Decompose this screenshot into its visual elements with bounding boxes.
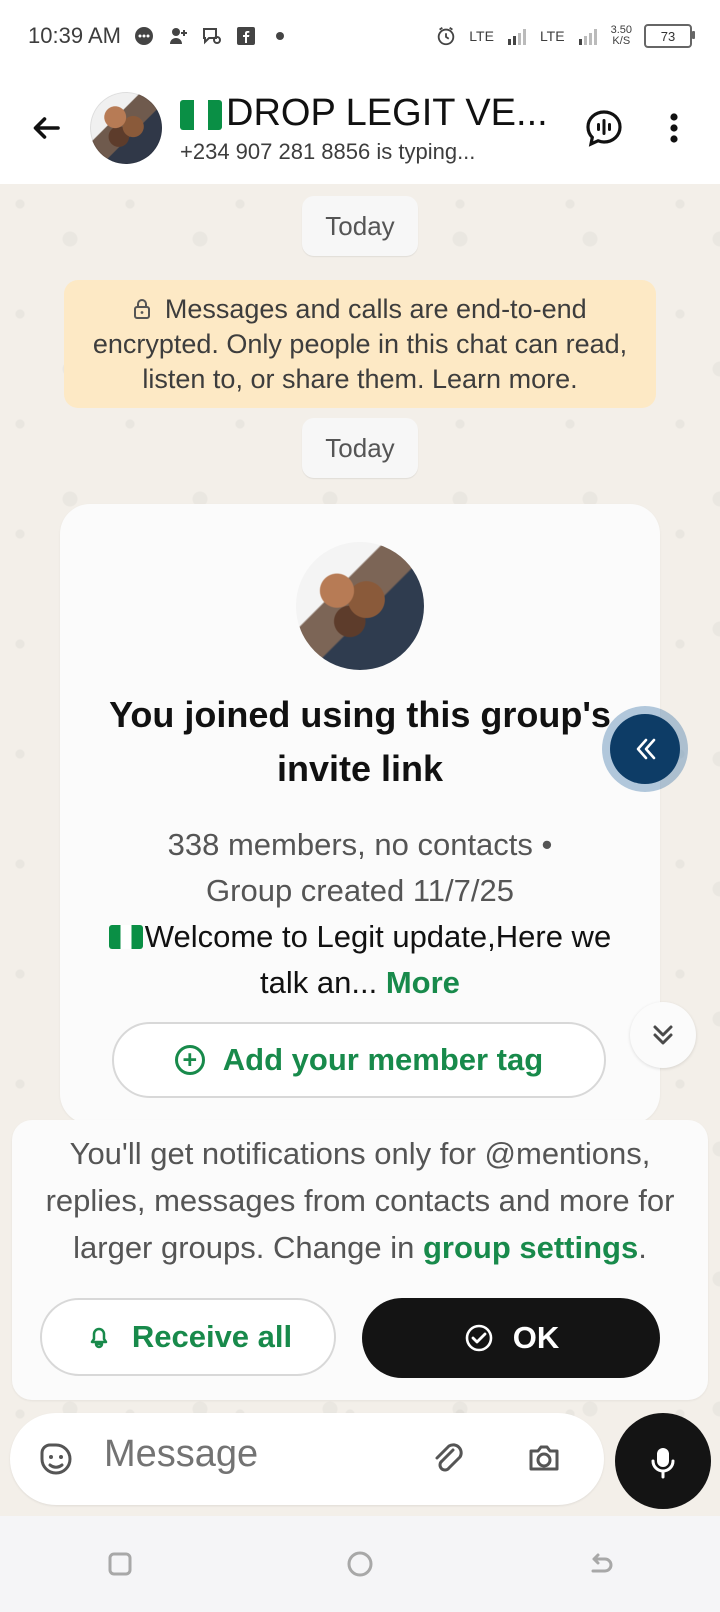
group-description-text: Welcome to Legit update,Here we talk an.… <box>144 919 612 1000</box>
scroll-to-bottom-button[interactable] <box>630 1002 696 1068</box>
person-add-icon <box>167 25 189 47</box>
lte-1-label: LTE <box>469 28 494 44</box>
notification-text-suffix: . <box>638 1230 647 1265</box>
recent-apps-icon <box>108 1552 132 1576</box>
more-link[interactable]: More <box>386 965 460 1000</box>
sticker-button[interactable] <box>34 1437 78 1481</box>
joined-message: You joined using this group's invite lin… <box>109 694 611 789</box>
status-time: 10:39 AM <box>28 23 121 48</box>
back-button[interactable] <box>20 102 72 154</box>
status-right: LTE LTE 3.50 K/S 73 <box>435 24 695 48</box>
receive-all-label: Receive all <box>131 1319 293 1354</box>
mic-icon <box>651 1448 675 1479</box>
signal-2-icon <box>577 25 599 47</box>
notification-settings-card: You'll get notifications only for @menti… <box>12 1120 708 1400</box>
description-flag-icon <box>108 925 143 949</box>
receive-all-button[interactable]: Receive all <box>40 1298 336 1376</box>
add-member-tag-button[interactable]: + Add your member tag <box>112 1022 606 1098</box>
signal-1-icon <box>506 25 528 47</box>
mic-button[interactable] <box>615 1413 711 1509</box>
recent-apps-button[interactable] <box>99 1543 141 1585</box>
group-info-avatar[interactable] <box>296 542 424 670</box>
more-vertical-icon <box>670 113 678 143</box>
message-input[interactable]: Message <box>104 1433 258 1476</box>
chat-title-block[interactable]: DROP LEGIT VE... +234 907 281 8856 is ty… <box>180 91 560 165</box>
status-bar: 10:39 AM LTE LTE 3.50 K/S 73 <box>0 0 720 72</box>
chat-header: DROP LEGIT VE... +234 907 281 8856 is ty… <box>0 72 720 184</box>
group-settings-link[interactable]: group settings <box>423 1230 638 1265</box>
double-chevron-left-icon <box>636 738 656 760</box>
lte-2-label: LTE <box>539 28 565 44</box>
bell-icon <box>90 1327 108 1349</box>
voice-chat-icon <box>586 110 622 147</box>
dot-icon <box>269 25 291 47</box>
group-members-text: 338 members, no contacts • <box>167 827 553 862</box>
group-avatar[interactable] <box>90 92 162 164</box>
battery-level: 73 <box>660 28 676 44</box>
status-left: 10:39 AM <box>28 23 291 49</box>
back-nav-icon <box>591 1553 613 1573</box>
network-speed: 3.50 K/S <box>611 25 632 47</box>
notification-text: You'll get notifications only for @menti… <box>44 1130 676 1271</box>
encryption-text: Messages and calls are end-to-end encryp… <box>92 294 628 394</box>
back-nav-button[interactable] <box>579 1543 621 1585</box>
sticker-icon <box>40 1443 72 1475</box>
facebook-icon <box>235 25 257 47</box>
ok-label: OK <box>512 1320 560 1355</box>
camera-button[interactable] <box>522 1437 566 1481</box>
flag-icon <box>180 99 222 130</box>
day-label-1: Today <box>302 196 418 256</box>
chat-title[interactable]: DROP LEGIT VE... <box>180 91 560 135</box>
chat-notification-icon <box>133 25 155 47</box>
attach-icon <box>435 1443 463 1472</box>
group-description: Welcome to Legit update,Here we talk an.… <box>108 914 612 1006</box>
voice-chat-button[interactable] <box>578 102 630 154</box>
home-button[interactable] <box>339 1543 381 1585</box>
lock-icon <box>134 299 151 319</box>
group-created-text: Group created 11/7/25 <box>206 873 514 908</box>
group-info-card: You joined using this group's invite lin… <box>60 504 660 1124</box>
add-member-tag-label: Add your member tag <box>222 1042 544 1077</box>
battery-icon: 73 <box>644 24 695 48</box>
chat-settings-icon <box>201 25 223 47</box>
chat-subtitle: +234 907 281 8856 is typing... <box>180 139 476 164</box>
more-options-button[interactable] <box>648 102 700 154</box>
chat-title-text: DROP LEGIT VE... <box>226 92 548 134</box>
ok-button[interactable]: OK <box>362 1298 660 1378</box>
group-meta: 338 members, no contacts • Group created… <box>110 822 610 914</box>
system-nav-bar <box>0 1516 720 1612</box>
home-icon <box>347 1551 373 1577</box>
back-arrow-icon <box>33 117 60 139</box>
encryption-notice[interactable]: Messages and calls are end-to-end encryp… <box>64 280 656 408</box>
alarm-icon <box>435 25 457 47</box>
add-icon: + <box>174 1045 205 1075</box>
network-speed-unit: K/S <box>612 35 631 47</box>
attach-button[interactable] <box>426 1437 470 1481</box>
message-composer[interactable]: Message <box>10 1413 604 1505</box>
camera-icon <box>529 1445 559 1471</box>
double-chevron-down-icon <box>653 1025 673 1045</box>
check-circle-icon <box>465 1324 493 1352</box>
day-label-2: Today <box>302 418 418 478</box>
side-action-button[interactable] <box>610 714 680 784</box>
